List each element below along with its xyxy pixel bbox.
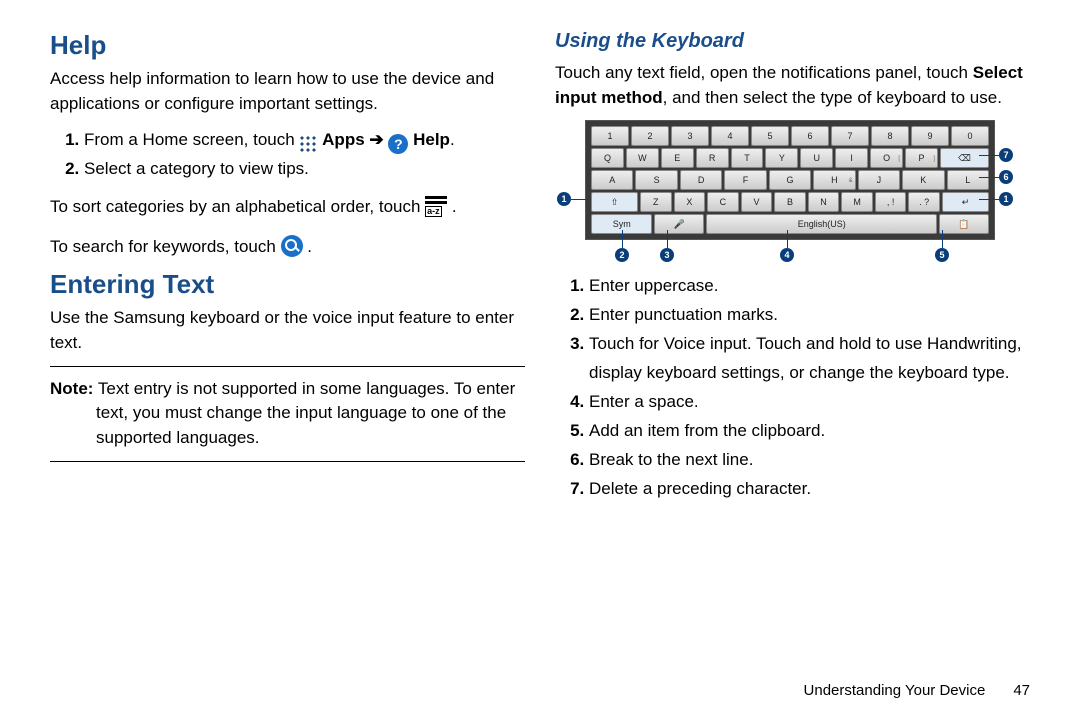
keyboard-diagram: 1234567890 QWERTYUIO[P]⌫ ASDFGH&JKL ⇧ZXC… [555, 120, 1015, 270]
help-intro: Access help information to learn how to … [50, 67, 525, 116]
left-column: Help Access help information to learn ho… [50, 30, 525, 660]
footer-section: Understanding Your Device [804, 682, 986, 699]
search-instruction: To search for keywords, touch . [50, 230, 525, 260]
page-footer: Understanding Your Device 47 [0, 680, 1080, 720]
keyboard-intro: Touch any text field, open the notificat… [555, 61, 1030, 110]
callout-4: 4 [780, 248, 794, 262]
callout-1-left: 1 [557, 192, 571, 206]
callout-3: 3 [660, 248, 674, 262]
callout-6: 6 [999, 170, 1013, 184]
help-question-icon: ? [388, 134, 408, 154]
kb-item-2: Enter punctuation marks. [589, 301, 1030, 330]
sort-instruction: To sort categories by an alphabetical or… [50, 194, 525, 220]
kb-item-1: Enter uppercase. [589, 272, 1030, 301]
heading-help: Help [50, 30, 525, 61]
footer-page-number: 47 [1013, 682, 1030, 699]
kb-item-7: Delete a preceding character. [589, 475, 1030, 504]
apps-grid-icon [299, 135, 317, 153]
entering-text-intro: Use the Samsung keyboard or the voice in… [50, 306, 525, 355]
callout-2: 2 [615, 248, 629, 262]
kb-item-4: Enter a space. [589, 388, 1030, 417]
note-label: Note: [50, 379, 93, 398]
note-body: Text entry is not supported in some lang… [93, 379, 515, 447]
keyboard-image: 1234567890 QWERTYUIO[P]⌫ ASDFGH&JKL ⇧ZXC… [585, 120, 995, 240]
heading-entering-text: Entering Text [50, 269, 525, 300]
search-icon [281, 235, 303, 257]
sort-az-icon [425, 196, 447, 214]
kb-item-3: Touch for Voice input. Touch and hold to… [589, 330, 1030, 388]
right-column: Using the Keyboard Touch any text field,… [555, 30, 1030, 660]
kb-item-5: Add an item from the clipboard. [589, 417, 1030, 446]
callout-1-right: 1 [999, 192, 1013, 206]
kb-item-6: Break to the next line. [589, 446, 1030, 475]
heading-using-keyboard: Using the Keyboard [555, 30, 1030, 53]
help-step-2: Select a category to view tips. [84, 155, 525, 184]
callout-7: 7 [999, 148, 1013, 162]
note-box: Note: Text entry is not supported in som… [50, 366, 525, 462]
callout-5: 5 [935, 248, 949, 262]
help-step-1: From a Home screen, touch Apps ➔ ? Help. [84, 126, 525, 155]
